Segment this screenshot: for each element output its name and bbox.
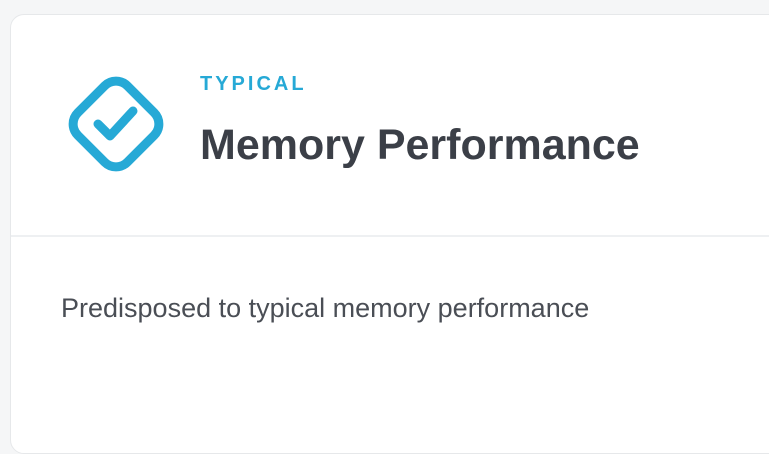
trait-card[interactable]: TYPICAL Memory Performance Predisposed t…	[10, 14, 769, 454]
checkmark-diamond-icon	[59, 67, 173, 181]
card-body: Predisposed to typical memory performanc…	[11, 237, 769, 453]
card-header: TYPICAL Memory Performance	[11, 15, 769, 237]
card-title: Memory Performance	[200, 121, 640, 169]
status-label: TYPICAL	[200, 73, 307, 95]
card-description: Predisposed to typical memory performanc…	[61, 293, 590, 323]
